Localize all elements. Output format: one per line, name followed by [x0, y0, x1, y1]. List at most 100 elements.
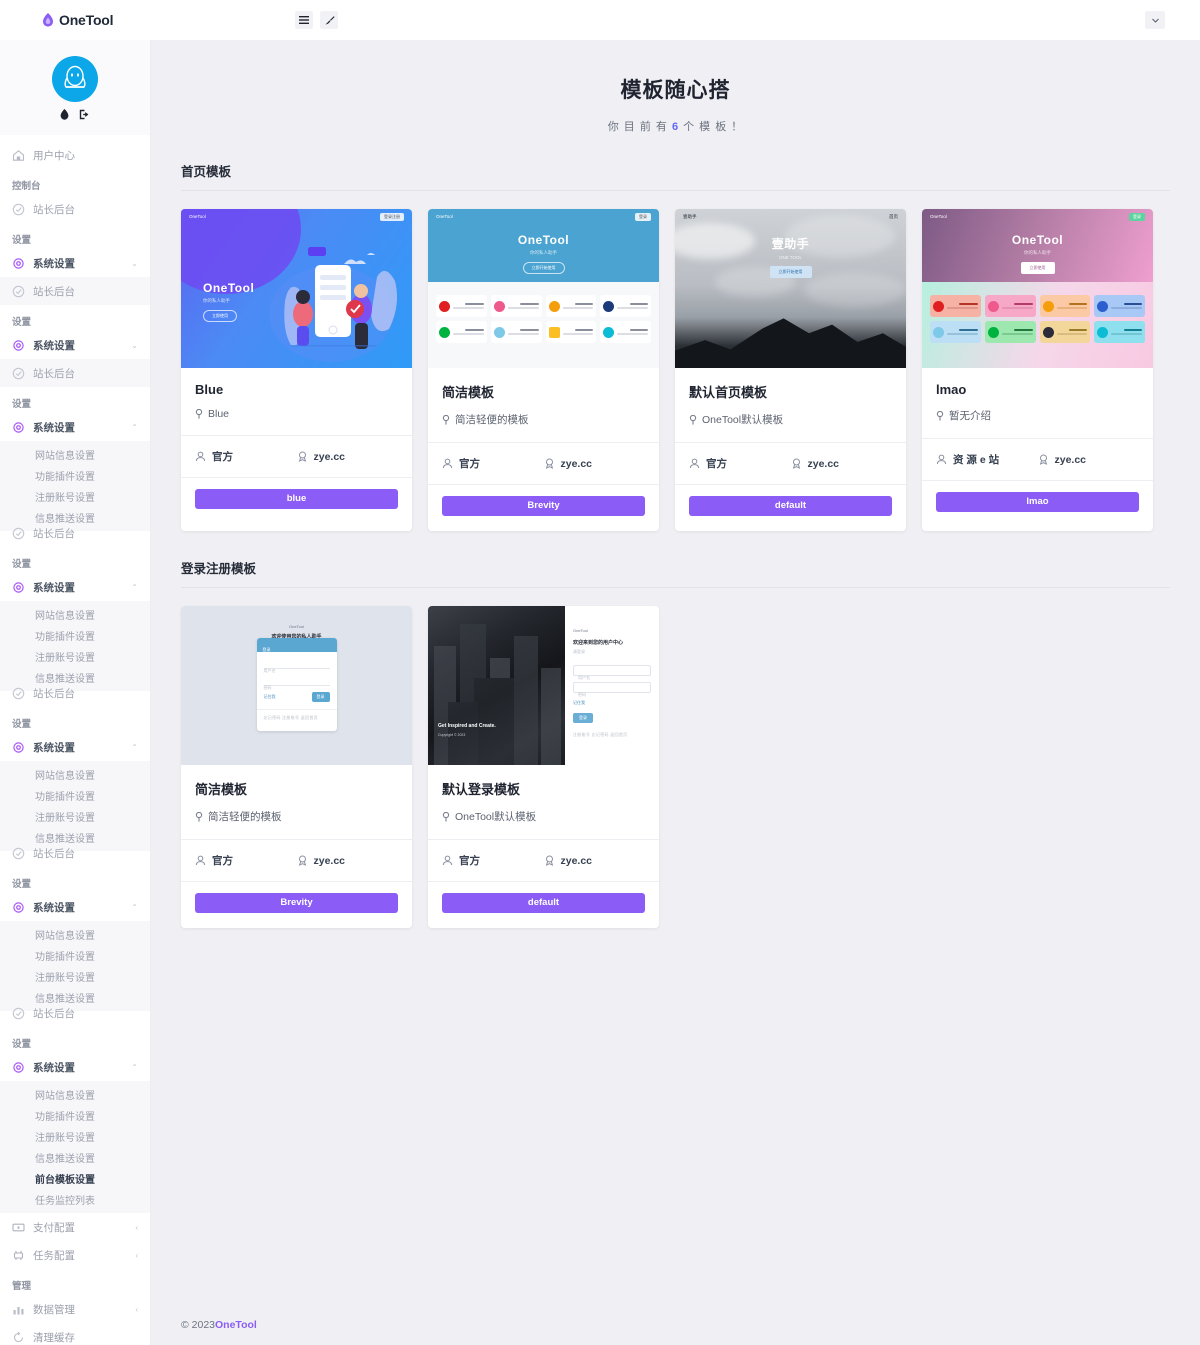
tile-lines	[617, 303, 648, 309]
apply-template-button[interactable]: default	[442, 893, 645, 913]
sidebar-item-system-settings[interactable]: 系统设置 ⌃	[0, 573, 150, 601]
tile-lines	[1001, 303, 1033, 309]
template-name: 简洁模板	[195, 782, 248, 797]
cloud-shape	[805, 273, 905, 307]
template-card[interactable]: OneTool 登录 OneTool 你的私人助手 立即使用 lmao 暂无介绍…	[922, 209, 1153, 531]
sidebar-subitem[interactable]: 网站信息设置	[0, 764, 150, 785]
preview-hero: OneTool 你的私人助手 立即开始使用	[428, 233, 659, 274]
sidebar-subitem-push[interactable]: 信息推送设置	[0, 1147, 150, 1168]
user-dropdown-button[interactable]	[1145, 11, 1165, 29]
template-description: Blue	[195, 408, 398, 420]
sidebar-subitem[interactable]: 功能插件设置	[0, 945, 150, 966]
sidebar-item-system-settings[interactable]: 系统设置 ⌃	[0, 413, 150, 441]
flame-icon[interactable]	[60, 108, 69, 120]
sidebar-item-admin-panel[interactable]: 站长后台	[0, 359, 150, 387]
template-author-name: 官方	[459, 855, 480, 867]
sidebar-item-admin-panel[interactable]: 站长后台	[0, 277, 150, 305]
tile-lines	[562, 303, 594, 309]
template-card[interactable]: OneTool 登录 OneTool 你的私人助手 立即开始使用 简洁模板 简洁…	[428, 209, 659, 531]
sidebar-item-label: 系统设置	[33, 901, 75, 914]
theme-brush-button[interactable]	[320, 11, 338, 29]
preview-username-field: 用户名	[263, 659, 330, 673]
template-preview-thumbnail[interactable]: 壹助手 首页 壹助手 ONE TOOL 立即开始使用	[675, 209, 906, 368]
tile-lines	[1056, 303, 1088, 309]
apply-template-button[interactable]: lmao	[936, 492, 1139, 512]
preview-hero-sub: 你的私人助手	[203, 298, 230, 303]
sidebar-subitem-plugins[interactable]: 功能插件设置	[0, 1105, 150, 1126]
sidebar-subitem[interactable]: 网站信息设置	[0, 444, 150, 465]
sidebar-subitem[interactable]: 注册账号设置	[0, 486, 150, 507]
tile-dot	[933, 326, 944, 338]
template-card[interactable]: OneTool 登录注册 OneTool 你的私人助手 立即使用 Blue Bl…	[181, 209, 412, 531]
sidebar-item-system-settings[interactable]: 系统设置 ⌃	[0, 893, 150, 921]
preview-cta-pill: 立即开始使用	[769, 266, 812, 278]
tile-dot	[987, 300, 999, 312]
hamburger-menu-button[interactable]	[295, 11, 313, 29]
preview-tile	[436, 321, 487, 343]
sidebar-item-system-settings[interactable]: 系统设置 ⌄	[0, 249, 150, 277]
sidebar-subitem-template-settings[interactable]: 前台模板设置	[0, 1168, 150, 1189]
sidebar-item-label: 清理缓存	[33, 1331, 75, 1344]
sidebar-subitem[interactable]: 功能插件设置	[0, 625, 150, 646]
tile-lines	[453, 303, 484, 309]
count-prefix: 你 目 前 有	[607, 121, 672, 133]
sidebar-subitem[interactable]: 功能插件设置	[0, 465, 150, 486]
tile-lines	[1111, 303, 1142, 309]
preview-tile	[930, 321, 981, 343]
template-card[interactable]: 壹助手 首页 壹助手 ONE TOOL 立即开始使用 默认首页模板 OneToo…	[675, 209, 906, 531]
dashboard-icon	[12, 367, 25, 379]
preview-tile	[930, 295, 981, 317]
template-author: 官方	[195, 853, 297, 868]
chevron-down-icon: ⌄	[131, 258, 138, 268]
preview-brand: OneTool	[930, 214, 947, 219]
template-preview-thumbnail[interactable]: OneTool 欢迎使用您的私人助手 今天是个好日子！ 登录 用户名 密码 记住…	[181, 606, 412, 765]
apply-template-button[interactable]: blue	[195, 489, 398, 509]
sidebar-subitem[interactable]: 注册账号设置	[0, 806, 150, 827]
template-site: zye.cc	[297, 853, 399, 868]
section-heading: 首页模板	[181, 161, 1170, 191]
apply-template-button[interactable]: Brevity	[195, 893, 398, 913]
dashboard-icon	[12, 687, 25, 699]
brush-icon	[324, 15, 335, 25]
sidebar-profile	[0, 40, 150, 135]
hamburger-icon	[299, 15, 309, 24]
template-preview-thumbnail[interactable]: OneTool 登录 OneTool 你的私人助手 立即使用	[922, 209, 1153, 368]
template-card[interactable]: Get Inspired and Create. Copyright © 202…	[428, 606, 659, 928]
sidebar-subitem-site-info[interactable]: 网站信息设置	[0, 1084, 150, 1105]
sidebar-item-payment-config[interactable]: 支付配置 ‹	[0, 1213, 150, 1241]
sidebar-item-label: 系统设置	[33, 581, 75, 594]
sidebar-subitem-task-monitor[interactable]: 任务监控列表	[0, 1189, 150, 1210]
sidebar-item-admin-panel[interactable]: 站长后台	[0, 195, 150, 223]
template-preview-thumbnail[interactable]: OneTool 登录 OneTool 你的私人助手 立即开始使用	[428, 209, 659, 368]
sidebar-item-system-settings[interactable]: 系统设置 ⌃	[0, 1053, 150, 1081]
sidebar-item-system-settings[interactable]: 系统设置 ⌄	[0, 331, 150, 359]
template-card[interactable]: OneTool 欢迎使用您的私人助手 今天是个好日子！ 登录 用户名 密码 记住…	[181, 606, 412, 928]
sidebar-subitem[interactable]: 功能插件设置	[0, 785, 150, 806]
template-preview-thumbnail[interactable]: Get Inspired and Create. Copyright © 202…	[428, 606, 659, 765]
apply-template-button[interactable]: default	[689, 496, 892, 516]
brand-logo[interactable]: OneTool	[0, 0, 151, 40]
template-preview-thumbnail[interactable]: OneTool 登录注册 OneTool 你的私人助手 立即使用	[181, 209, 412, 368]
tile-dot	[603, 300, 615, 312]
sidebar-subitem-register[interactable]: 注册账号设置	[0, 1126, 150, 1147]
nav-tool-group	[295, 11, 338, 29]
sidebar-subitem[interactable]: 注册账号设置	[0, 646, 150, 667]
preview-login-panel: OneTool 欢迎来到您的用户中心 请登录 用户名 密码 记住我 登录 注册账…	[565, 606, 659, 765]
preview-tile	[1039, 321, 1091, 343]
preview-brand: OneTool	[289, 624, 304, 629]
sidebar-item-clear-cache[interactable]: 清理缓存	[0, 1323, 150, 1345]
sidebar-item-data-management[interactable]: 数据管理 ‹	[0, 1295, 150, 1323]
sidebar-item-task-config[interactable]: 任务配置 ‹	[0, 1241, 150, 1269]
preview-tile	[545, 295, 597, 317]
preview-hero-sub: 你的私人助手	[1024, 250, 1051, 255]
sidebar-item-system-settings[interactable]: 系统设置 ⌃	[0, 733, 150, 761]
sidebar-subitem[interactable]: 网站信息设置	[0, 924, 150, 945]
sidebar-item-user-center[interactable]: 用户中心	[0, 141, 150, 169]
apply-template-button[interactable]: Brevity	[442, 496, 645, 516]
template-meta: 官方 zye.cc	[181, 435, 412, 477]
sidebar-subitem[interactable]: 网站信息设置	[0, 604, 150, 625]
logout-icon[interactable]	[79, 109, 91, 120]
sidebar-subitem[interactable]: 注册账号设置	[0, 966, 150, 987]
avatar[interactable]	[52, 55, 98, 102]
tile-dot	[603, 326, 615, 338]
